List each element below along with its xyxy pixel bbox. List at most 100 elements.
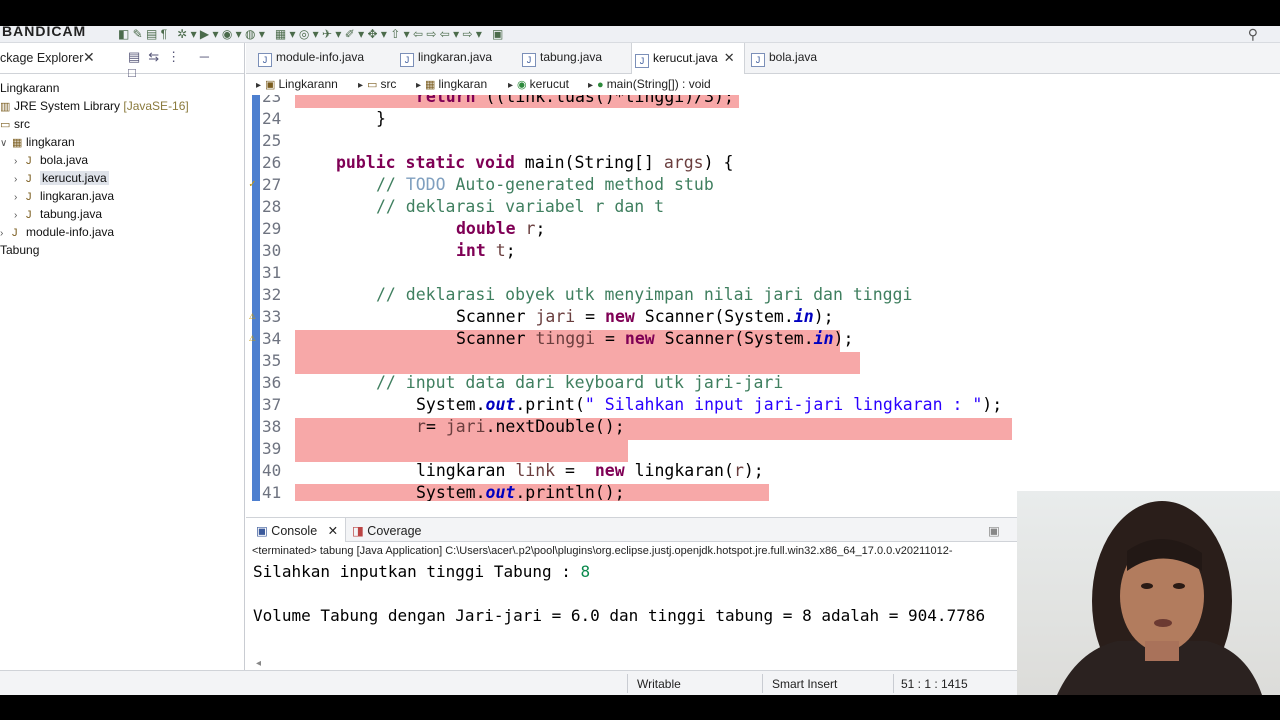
code-line-26: public static void main(String[] args) { (336, 153, 734, 172)
console-output-prompt: Silahkan inputkan tinggi Tabung : 8 (253, 562, 591, 581)
breadcrumb-project[interactable]: ▸ ▣ Lingkarann (256, 77, 338, 91)
code-line-33: Scanner jari = new Scanner(System.in); (456, 307, 834, 326)
tree-item-kerucut[interactable]: › Jkerucut.java (14, 169, 109, 187)
code-line-37: System.out.print(" Silahkan input jari-j… (416, 395, 1003, 414)
change-ruler (252, 95, 260, 501)
line-number: 26 (262, 153, 282, 172)
line-number: 39 (262, 439, 282, 458)
code-line-30: int t; (456, 241, 516, 260)
tree-item-bola[interactable]: › Jbola.java (14, 151, 88, 169)
close-icon[interactable]: ✕ (321, 524, 338, 538)
tab-lingkaran[interactable]: Jlingkaran.java (400, 50, 492, 67)
tab-tabung[interactable]: Jtabung.java (522, 50, 602, 67)
line-number: 30 (262, 241, 282, 260)
toolbar-icons[interactable]: ◧ ✎ ▤ ¶ ✲ ▾ ▶ ▾ ◉ ▾ ◍ ▾ ▦ ▾ ◎ ▾ ✈ ▾ ✐ ▾ … (118, 27, 503, 42)
code-line-40: lingkaran link = new lingkaran(r); (416, 461, 764, 480)
eclipse-window: BANDICAM ◧ ✎ ▤ ¶ ✲ ▾ ▶ ▾ ◉ ▾ ◍ ▾ ▦ ▾ ◎ ▾… (0, 26, 1280, 695)
line-number: 33 (262, 307, 282, 326)
status-writable: Writable (637, 677, 681, 691)
warning-icon: ⚠ (249, 331, 256, 344)
tab-console[interactable]: ▣ Console ✕ (256, 523, 338, 538)
minimize-icon[interactable]: ▣ (988, 523, 1000, 538)
tab-coverage[interactable]: ◨ Coverage (352, 523, 422, 538)
breadcrumb-src[interactable]: ▸ ▭ src (358, 77, 396, 91)
main-toolbar: BANDICAM ◧ ✎ ▤ ¶ ✲ ▾ ▶ ▾ ◉ ▾ ◍ ▾ ▦ ▾ ◎ ▾… (0, 26, 1280, 43)
code-line-41: System.out.println(); (416, 483, 625, 501)
recorder-watermark: BANDICAM (2, 26, 87, 39)
tree-item-package[interactable]: ∨ ▦ lingkaran (0, 133, 75, 151)
project-icon: ▣ (265, 79, 276, 91)
java-file-icon: J (400, 53, 414, 67)
console-icon: ▣ (256, 524, 268, 538)
line-number: 35 (262, 351, 282, 370)
package-icon: ▦ (12, 137, 23, 149)
highlight-line-38 (295, 440, 628, 462)
tree-item-tabung[interactable]: › Jtabung.java (14, 205, 102, 223)
library-icon: ▥ (0, 101, 11, 113)
line-number: 32 (262, 285, 282, 304)
java-file-icon: J (12, 227, 18, 239)
scroll-left-icon[interactable]: ◂ (256, 658, 261, 669)
breadcrumb: ▸ ▣ Lingkarann ▸ ▭ src ▸ ▦ lingkaran ▸ ◉ kerucut… (246, 74, 1280, 95)
class-icon: ◉ (517, 79, 527, 91)
line-number: 41 (262, 483, 282, 501)
java-file-icon: J (522, 53, 536, 67)
status-divider (893, 674, 894, 693)
webcam-overlay (1017, 491, 1280, 695)
highlight-line-34 (295, 352, 860, 374)
code-editor: Jmodule-info.java Jlingkaran.java Jtabun… (246, 43, 1280, 528)
coverage-icon: ◨ (352, 524, 364, 538)
line-number: 36 (262, 373, 282, 392)
package-explorer: ckage Explorer ✕ ▤⇆⋮ ─ □ Lingkarann ▥ JRE… (0, 43, 245, 670)
console-status: <terminated> tabung [Java Application] C… (252, 545, 953, 557)
breadcrumb-package[interactable]: ▸ ▦ lingkaran (416, 77, 487, 91)
line-number: 37 (262, 395, 282, 414)
tree-item-project[interactable]: Lingkarann (0, 79, 59, 97)
line-number: 38 (262, 417, 282, 436)
tree-item-lingkaran[interactable]: › Jlingkaran.java (14, 187, 114, 205)
breadcrumb-class[interactable]: ▸ ◉ kerucut (508, 77, 569, 91)
line-number: 23 (262, 95, 282, 106)
tab-kerucut[interactable]: Jkerucut.java ✕ (635, 50, 735, 68)
line-number: 29 (262, 219, 282, 238)
code-line-27: // TODO Auto-generated method stub (376, 175, 714, 194)
status-divider (627, 674, 628, 693)
method-icon: ● (597, 79, 604, 91)
tab-bola[interactable]: Jbola.java (751, 50, 817, 67)
code-line-34: Scanner tinggi = new Scanner(System.in); (456, 329, 854, 348)
tree-item-jre[interactable]: ▥ JRE System Library [JavaSE-16] (0, 97, 189, 115)
line-number: 27 (262, 175, 282, 194)
tab-module-info[interactable]: Jmodule-info.java (258, 50, 364, 67)
close-icon[interactable]: ✕ (724, 50, 735, 65)
line-number: 40 (262, 461, 282, 480)
explorer-title[interactable]: ckage Explorer (0, 51, 83, 65)
code-line-28: // deklarasi variabel r dan t (376, 197, 665, 216)
chevron-down-icon[interactable]: ∨ (0, 135, 12, 153)
close-icon[interactable]: ✕ (83, 49, 95, 66)
java-file-icon: J (258, 53, 272, 67)
java-file-icon: J (751, 53, 765, 67)
code-line-36: // input data dari keyboard utk jari-jar… (376, 373, 784, 392)
folder-icon: ▭ (0, 119, 11, 131)
package-icon: ▦ (425, 79, 436, 91)
console-output-result: Volume Tabung dengan Jari-jari = 6.0 dan… (253, 606, 986, 625)
explorer-tools[interactable]: ▤⇆⋮ ─ □ (128, 49, 244, 80)
task-marker-icon: ✓ (249, 177, 256, 190)
code-line-23: return ((link.luas()*tinggi)/3); (416, 95, 734, 106)
java-file-icon: J (635, 54, 649, 68)
line-number: 24 (262, 109, 282, 128)
breadcrumb-method[interactable]: ▸ ● main(String[]) : void (588, 77, 711, 91)
webcam-person-image (1057, 501, 1262, 695)
search-icon[interactable]: ⚲ (1248, 26, 1258, 42)
tree-item-module-info[interactable]: › Jmodule-info.java (0, 223, 114, 241)
status-insert-mode[interactable]: Smart Insert (772, 677, 837, 691)
code-area[interactable]: 23 24 25 26 27 28 29 30 31 32 33 34 35 3… (246, 95, 1280, 501)
tree-item-tabung-project[interactable]: Tabung (0, 241, 39, 259)
code-line-32: // deklarasi obyek utk menyimpan nilai j… (376, 285, 913, 304)
folder-icon: ▭ (367, 79, 378, 91)
line-number: 34 (262, 329, 282, 348)
java-file-icon: J (26, 209, 32, 221)
status-divider (762, 674, 763, 693)
tree-item-src[interactable]: ▭ src (0, 115, 30, 133)
warning-icon: ⚠ (249, 309, 256, 322)
